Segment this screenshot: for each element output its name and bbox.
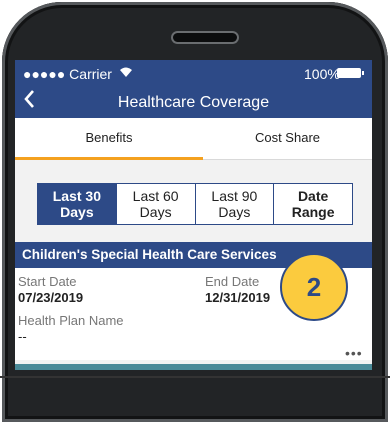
range-last-30-days[interactable]: Last 30 Days [38, 184, 116, 224]
range-line1: Last 30 [52, 188, 101, 204]
end-date-label: End Date [205, 274, 260, 289]
date-range-selector: Last 30 Days Last 60 Days Last 90 Days D… [37, 183, 353, 225]
tab-benefits[interactable]: Benefits [15, 118, 203, 157]
step-number-badge: 2 [280, 253, 348, 321]
carrier-label: ●●●●● Carrier [23, 66, 112, 82]
next-card-header [15, 364, 372, 370]
plan-name-value: -- [18, 329, 27, 344]
range-line1: Last 90 [211, 188, 258, 204]
range-last-90-days[interactable]: Last 90 Days [194, 184, 274, 224]
range-line2: Days [139, 204, 172, 220]
app-screen: ●●●●● Carrier 100% Healthcare Coverage B… [15, 60, 372, 370]
start-date-value: 07/23/2019 [18, 290, 84, 305]
range-line2: Range [291, 204, 335, 220]
range-line1: Last 60 [132, 188, 179, 204]
status-bar: ●●●●● Carrier 100% [15, 60, 372, 85]
phone-frame: ●●●●● Carrier 100% Healthcare Coverage B… [0, 0, 390, 422]
battery-percent: 100% [304, 66, 340, 82]
wifi-icon [119, 65, 133, 81]
end-date-value: 12/31/2019 [205, 290, 271, 305]
start-date-label: Start Date [18, 274, 77, 289]
range-date-range[interactable]: Date Range [273, 184, 352, 224]
more-options-icon[interactable]: ••• [345, 345, 363, 361]
plan-name-label: Health Plan Name [18, 313, 124, 328]
segment-tabs: Benefits Cost Share [15, 118, 372, 160]
range-line2: Days [218, 204, 251, 220]
phone-speaker [171, 31, 239, 44]
page-title: Healthcare Coverage [117, 94, 270, 111]
range-line1: Date [297, 188, 329, 204]
battery-icon [337, 68, 364, 78]
nav-bar: Healthcare Coverage [15, 85, 372, 118]
tab-active-indicator [15, 157, 203, 160]
tab-cost-share[interactable]: Cost Share [203, 118, 372, 157]
range-line2: Days [60, 204, 94, 220]
range-last-60-days[interactable]: Last 60 Days [115, 184, 195, 224]
